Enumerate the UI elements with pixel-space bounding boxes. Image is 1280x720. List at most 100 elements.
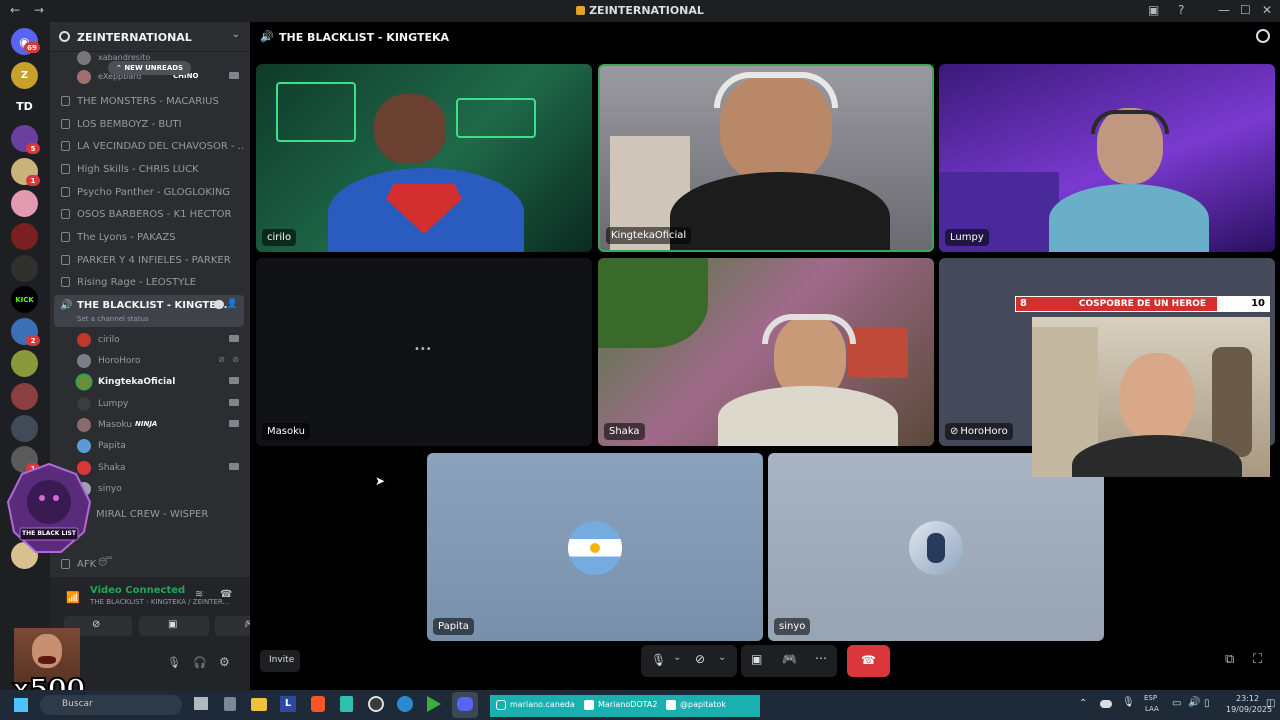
app-l-icon[interactable]: L xyxy=(280,696,296,712)
participant-name: cirilo xyxy=(262,229,297,246)
server-icon-kick[interactable]: KICK xyxy=(11,286,38,313)
tray-chevron-icon[interactable]: ⌃ xyxy=(1079,698,1087,709)
cloud-icon[interactable] xyxy=(1100,700,1112,708)
chat-toggle-icon[interactable] xyxy=(1256,29,1270,43)
taskbar-search[interactable]: Buscar xyxy=(40,695,182,715)
noise-suppression-icon[interactable]: ≋ xyxy=(195,589,203,600)
lang-1[interactable]: ESP xyxy=(1144,694,1157,702)
notification-icon[interactable]: ◫ xyxy=(1266,698,1275,709)
channel-label: PARKER Y 4 INFIELES - PARKER xyxy=(77,255,231,266)
video-tile[interactable]: sinyo xyxy=(768,453,1104,641)
server-icon-ze[interactable]: Z xyxy=(11,62,38,89)
discord-taskbar-button[interactable] xyxy=(452,692,478,718)
voice-member[interactable]: HoroHoro ⊘ ⊘ xyxy=(77,351,243,371)
browser-icon[interactable] xyxy=(397,696,413,712)
video-tile[interactable]: Shaka xyxy=(598,258,934,446)
screen-share-icon[interactable]: ▣ xyxy=(751,652,762,666)
video-tile[interactable]: Lumpy xyxy=(939,64,1275,252)
voice-member[interactable]: Shaka xyxy=(77,458,243,478)
camera-off-icon[interactable]: ⊘ xyxy=(695,652,705,666)
channel-item[interactable]: PARKER Y 4 INFIELES - PARKER xyxy=(58,251,244,271)
server-badge: 1 xyxy=(26,175,40,186)
notes-icon[interactable] xyxy=(340,696,353,712)
figure-shape xyxy=(1212,347,1252,457)
mouth-shape xyxy=(38,656,56,664)
server-icon-valle[interactable] xyxy=(11,223,38,250)
fullscreen-icon[interactable]: ⛶ xyxy=(1253,652,1262,667)
server-icon-green[interactable] xyxy=(11,350,38,377)
chat-icon[interactable] xyxy=(214,300,224,309)
add-user-icon[interactable]: 👤 xyxy=(227,299,238,309)
file-explorer-icon[interactable] xyxy=(251,698,267,711)
channel-status[interactable]: Set a channel status xyxy=(77,315,149,323)
server-icon-shield[interactable] xyxy=(11,415,38,442)
video-tile[interactable]: cirilo xyxy=(256,64,592,252)
battery-icon[interactable]: ▯ xyxy=(1204,698,1210,709)
hang-up-button[interactable]: ☎ xyxy=(847,645,890,677)
server-icon-td[interactable]: TD xyxy=(11,93,38,120)
start-icon[interactable] xyxy=(14,698,28,712)
voice-member[interactable]: KingtekaOficial xyxy=(77,372,243,392)
voice-member[interactable]: Masoku NINJA xyxy=(77,415,243,435)
channel-item[interactable]: High Skills - CHRIS LUCK xyxy=(58,160,244,180)
settings-gear-icon[interactable]: ⚙ xyxy=(219,655,230,669)
lang-2[interactable]: LAA xyxy=(1145,705,1159,713)
help-icon[interactable]: ? xyxy=(1178,3,1184,17)
server-boost-icon xyxy=(59,31,70,42)
channel-item[interactable]: AFK 😴 xyxy=(58,555,244,575)
video-content xyxy=(598,258,708,348)
video-tile[interactable]: ••• Masoku xyxy=(256,258,592,446)
video-tile[interactable]: KingtekaOficial xyxy=(598,64,934,252)
channel-item[interactable]: Rising Rage - LEOSTYLE xyxy=(58,273,244,293)
channel-item[interactable]: LA VECINDAD DEL CHAVOSOR - ... xyxy=(58,137,244,157)
maximize-icon[interactable]: ☐ xyxy=(1240,3,1251,17)
avatar xyxy=(568,521,622,575)
pop-out-icon[interactable]: ⧉ xyxy=(1225,652,1234,667)
obs-icon[interactable] xyxy=(368,696,384,712)
clock-time[interactable]: 23:12 xyxy=(1236,694,1259,703)
server-icon-crest[interactable] xyxy=(11,255,38,282)
avatar xyxy=(77,418,91,432)
close-icon[interactable]: ✕ xyxy=(1262,3,1272,17)
channel-item[interactable]: OSOS BARBEROS - K1 HECTOR xyxy=(58,205,244,225)
task-view-icon[interactable] xyxy=(194,697,208,710)
voice-member[interactable]: Lumpy xyxy=(77,394,243,414)
volume-icon[interactable]: 🔊 xyxy=(1188,697,1200,708)
chevron-down-icon[interactable]: ⌄ xyxy=(718,652,726,663)
more-options-icon[interactable]: ⋯ xyxy=(815,651,827,665)
voice-member[interactable]: sinyo xyxy=(77,479,243,499)
mic-icon[interactable]: 🎙 xyxy=(651,653,666,667)
channel-item[interactable]: LOS BEMBOYZ - BUTI xyxy=(58,115,244,135)
active-channel[interactable]: 🔊 THE BLACKLIST - KINGTE... 👤 Set a chan… xyxy=(54,295,244,327)
network-icon[interactable]: ▭ xyxy=(1172,698,1181,709)
voice-channel[interactable]: THE BLACKLIST - KINGTEKA / ZEINTER... xyxy=(90,598,229,606)
channel-item[interactable]: The Lyons - PAKAZS xyxy=(58,228,244,248)
chevron-down-icon[interactable]: ⌄ xyxy=(232,29,240,40)
voice-member[interactable]: cirilo xyxy=(77,330,243,350)
inbox-icon[interactable]: ▣ xyxy=(1148,3,1159,17)
headphones-icon[interactable]: 🎧 xyxy=(193,656,207,669)
voice-member[interactable]: Papita xyxy=(77,436,243,456)
mic-tray-icon[interactable]: 🎙 xyxy=(1122,697,1135,708)
channel-item[interactable]: THE MONSTERS - MACARIUS xyxy=(58,92,244,112)
video-content xyxy=(670,172,890,250)
video-tile[interactable]: Papita xyxy=(427,453,763,641)
new-unreads-pill[interactable]: ⌃ NEW UNREADS xyxy=(108,61,192,75)
app-icon[interactable] xyxy=(224,697,236,711)
channel-item[interactable]: Psycho Panther - GLOGLOKING xyxy=(58,183,244,203)
invite-button[interactable]: Invite xyxy=(260,650,300,672)
gamepad-icon[interactable]: 🎮 xyxy=(782,652,797,666)
minimize-icon[interactable]: — xyxy=(1218,3,1230,17)
chevron-down-icon[interactable]: ⌄ xyxy=(673,652,681,663)
brave-icon[interactable] xyxy=(311,696,325,712)
app-green-icon[interactable] xyxy=(427,696,441,712)
server-name: ZEINTERNATIONAL xyxy=(77,31,192,44)
server-icon-pig[interactable] xyxy=(11,190,38,217)
disconnect-icon[interactable]: ☎ xyxy=(220,589,232,600)
avatar xyxy=(77,51,91,65)
screen-share-button[interactable]: ▣ xyxy=(139,616,209,636)
server-icon-red[interactable] xyxy=(11,383,38,410)
video-content xyxy=(456,98,536,138)
new-unreads-label: NEW UNREADS xyxy=(124,64,184,72)
mic-icon[interactable]: 🎙 xyxy=(167,656,181,669)
